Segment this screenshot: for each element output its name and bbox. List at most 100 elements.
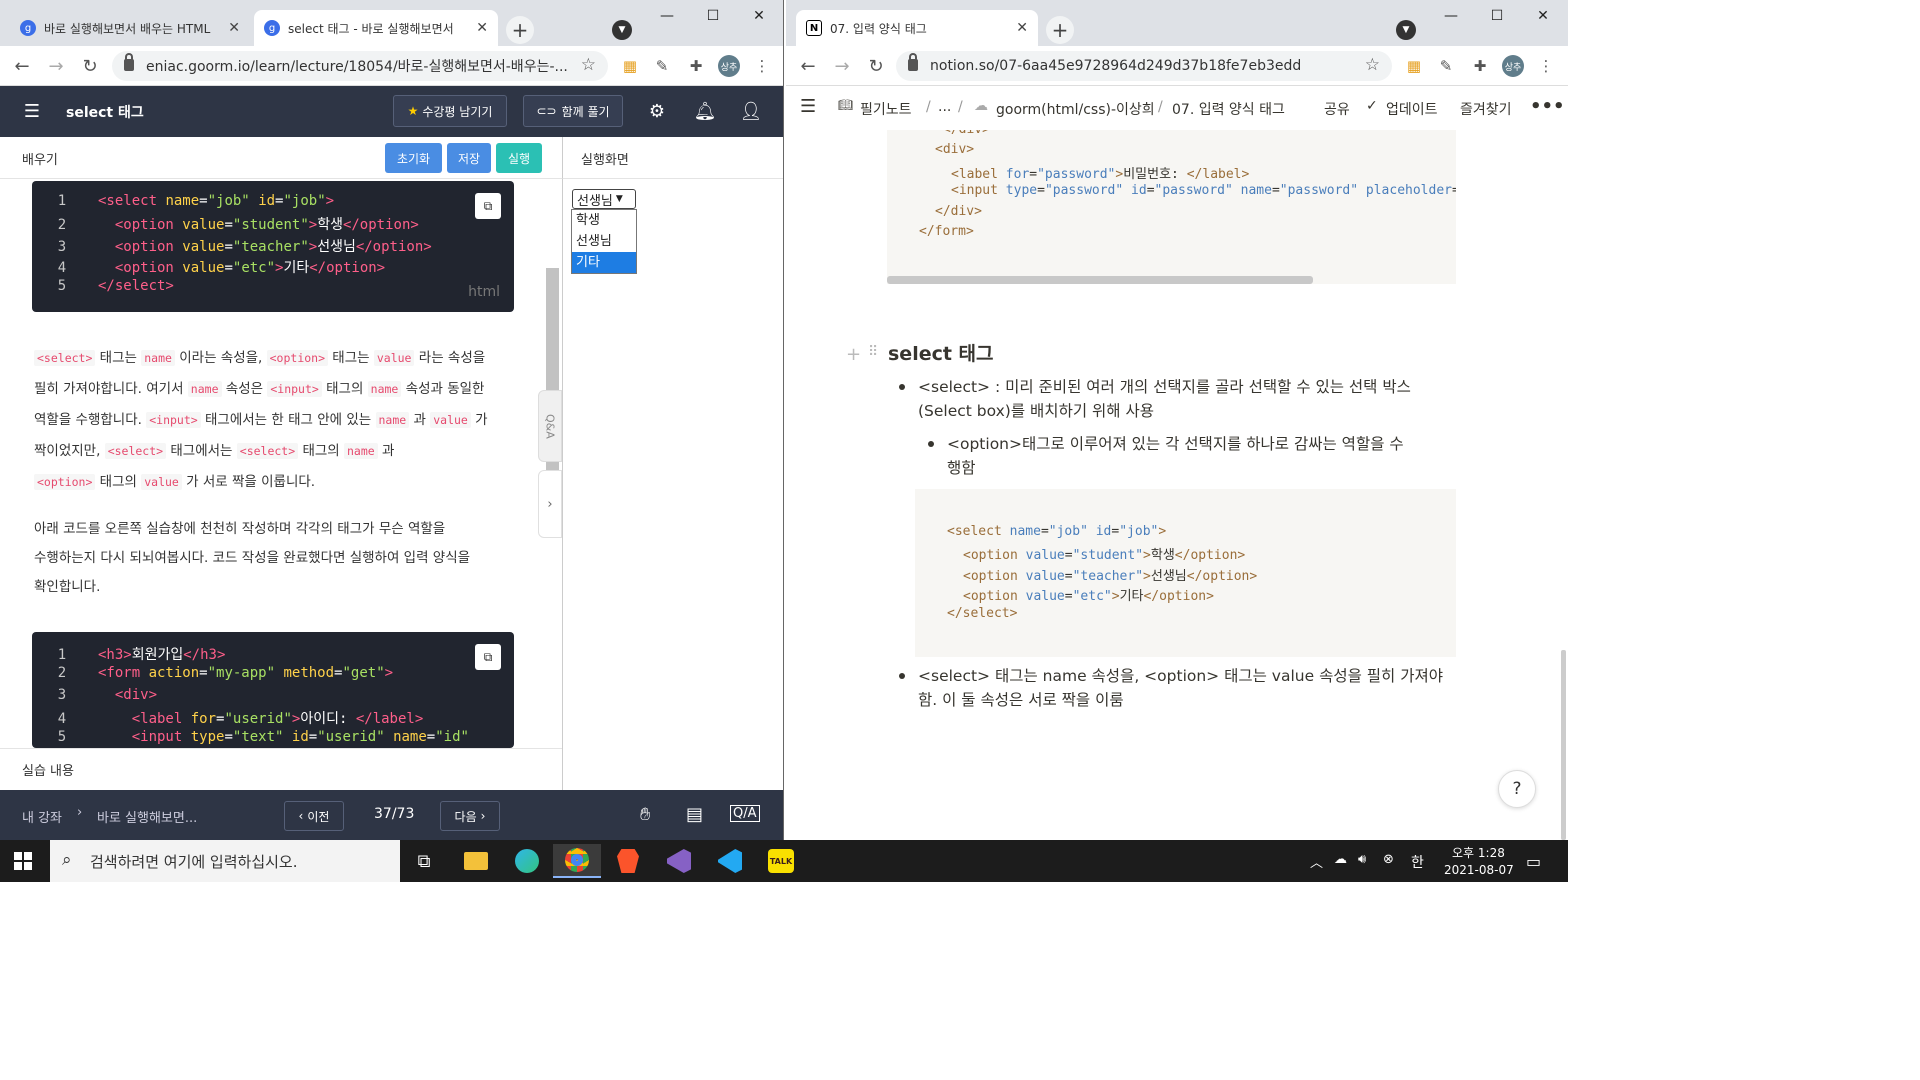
profile-avatar[interactable]: 상추	[1502, 55, 1524, 77]
minimize-icon[interactable]: —	[644, 0, 690, 32]
tab-course[interactable]: g 바로 실행해보면서 배우는 HTML ✕	[10, 10, 250, 46]
menu-kebab-icon[interactable]: ⋮	[752, 56, 772, 76]
inline-code: name	[187, 381, 222, 397]
course-name-link[interactable]: 바로 실행해보면...	[97, 807, 197, 826]
bullet-line: <select> 태그는 name 속성을, <option> 태그는 valu…	[918, 667, 1444, 685]
next-button[interactable]: 다음 ›	[440, 801, 500, 831]
reload-icon[interactable]: ↻	[78, 54, 102, 78]
drag-handle-icon[interactable]: ⠿	[868, 344, 878, 360]
practice-content-bar[interactable]: 실습 내용	[0, 748, 562, 790]
code-scrollbar[interactable]	[887, 276, 1313, 284]
hand-raise-icon[interactable]: ✋︎	[640, 804, 650, 825]
option-teacher[interactable]: 선생님	[572, 231, 636, 252]
close-icon[interactable]: ✕	[228, 20, 240, 36]
ime-indicator[interactable]: 한	[1411, 852, 1424, 872]
copy-icon[interactable]: ⧉	[475, 644, 501, 670]
eyedropper-icon[interactable]: ✎	[652, 56, 672, 76]
collapse-panel-button[interactable]: ›	[538, 470, 562, 538]
my-course-link[interactable]: 내 강좌	[22, 807, 62, 826]
maximize-icon[interactable]: ☐	[690, 0, 736, 32]
profile-avatar[interactable]: 상추	[718, 55, 740, 77]
close-icon[interactable]: ✕	[1016, 20, 1028, 36]
forward-icon[interactable]: →	[44, 54, 68, 78]
page-scrollbar[interactable]	[1561, 650, 1566, 840]
breadcrumb-item[interactable]: 필기노트	[860, 99, 912, 119]
reload-icon[interactable]: ↻	[864, 54, 888, 78]
clock-time[interactable]: 오후 1:28	[1452, 844, 1505, 861]
qa-tab[interactable]: Q&A	[538, 390, 562, 462]
back-icon[interactable]: ←	[796, 54, 820, 78]
new-tab-button[interactable]: +	[506, 16, 534, 44]
url-bar[interactable]: eniac.goorm.io/learn/lecture/18054/바로-실행…	[112, 51, 608, 81]
puzzle-icon[interactable]: ✚	[686, 56, 706, 76]
update-button[interactable]: 업데이트	[1386, 99, 1438, 119]
eyedropper-icon[interactable]: ✎	[1436, 56, 1456, 76]
more-icon[interactable]: •••	[1530, 96, 1565, 117]
together-button[interactable]: ⊂⊃ 함께 풀기	[523, 95, 623, 127]
review-button[interactable]: ★ 수강평 남기기	[393, 95, 507, 127]
chrome-icon[interactable]	[553, 844, 601, 878]
kakaotalk-icon[interactable]: TALK	[757, 844, 805, 878]
option-student[interactable]: 학생	[572, 210, 636, 231]
bookmark-star-icon[interactable]: ☆	[1365, 55, 1380, 75]
run-button[interactable]: 실행	[496, 143, 542, 173]
volume-icon[interactable]: 🔊︎	[1358, 852, 1366, 867]
new-tab-button[interactable]: +	[1046, 16, 1074, 44]
close-window-icon[interactable]: ✕	[736, 0, 782, 32]
learn-label: 배우기	[22, 153, 58, 168]
puzzle-icon[interactable]: ✚	[1470, 56, 1490, 76]
save-button[interactable]: 저장	[447, 143, 491, 173]
forward-icon[interactable]: →	[830, 54, 854, 78]
hamburger-menu-icon[interactable]: ☰	[20, 99, 44, 123]
task-view-icon[interactable]: ⧉	[400, 844, 448, 878]
help-button[interactable]: ?	[1498, 770, 1536, 808]
inline-code: <option>	[34, 474, 96, 490]
code-token: value	[182, 217, 225, 234]
tab-search-icon[interactable]: ▼	[1396, 20, 1416, 40]
breadcrumb-item[interactable]: goorm(html/css)-이상희	[996, 99, 1155, 119]
add-block-icon[interactable]: +	[846, 344, 861, 365]
prev-button[interactable]: ‹ 이전	[284, 801, 344, 831]
translate-icon[interactable]: Q/A	[730, 805, 760, 822]
sidebar-toggle-icon[interactable]: ☰	[800, 96, 816, 117]
clock-date[interactable]: 2021-08-07	[1444, 863, 1514, 877]
bullet-text: <option>태그로 이루어져 있는 각 선택지를 하나로 감싸는 역할을 수…	[947, 432, 1404, 480]
tab-select[interactable]: g select 태그 - 바로 실행해보면서 ✕	[254, 10, 498, 46]
bookmark-star-icon[interactable]: ☆	[581, 55, 596, 75]
brave-icon[interactable]	[604, 844, 652, 878]
url-bar[interactable]: notion.so/07-6aa45e9728964d249d37b18fe7e…	[896, 51, 1392, 81]
extension-icon[interactable]: ▦	[620, 56, 640, 76]
reset-button[interactable]: 초기화	[385, 143, 442, 173]
onedrive-icon[interactable]: ☁	[1334, 852, 1347, 867]
close-icon[interactable]: ✕	[476, 20, 488, 36]
copy-icon[interactable]: ⧉	[475, 193, 501, 219]
taskbar-search[interactable]: ⌕ 검색하려면 여기에 입력하십시오.	[50, 840, 400, 882]
favorite-button[interactable]: 즐겨찾기	[1460, 99, 1512, 119]
tab-notion[interactable]: N 07. 입력 양식 태그 ✕	[796, 10, 1038, 46]
notification-icon[interactable]: ▭	[1526, 852, 1541, 871]
back-icon[interactable]: ←	[10, 54, 34, 78]
tab-search-icon[interactable]: ▼	[612, 20, 632, 40]
menu-kebab-icon[interactable]: ⋮	[1536, 56, 1556, 76]
visual-studio-icon[interactable]	[655, 844, 703, 878]
user-icon[interactable]: 👤︎	[739, 99, 763, 123]
file-explorer-icon[interactable]	[452, 844, 500, 878]
extension-icon[interactable]: ▦	[1404, 56, 1424, 76]
option-etc[interactable]: 기타	[572, 252, 636, 273]
share-button[interactable]: 공유	[1324, 99, 1350, 119]
edge-icon[interactable]	[503, 844, 551, 878]
network-off-icon[interactable]: ⊗	[1383, 852, 1394, 867]
vscode-icon[interactable]	[706, 844, 754, 878]
chat-icon[interactable]: ▤	[686, 804, 703, 825]
job-select[interactable]: 선생님 ▼	[572, 189, 636, 209]
close-window-icon[interactable]: ✕	[1520, 0, 1566, 32]
bell-icon[interactable]: 🔔︎	[693, 99, 717, 123]
breadcrumb-item[interactable]: 07. 입력 양식 태그	[1172, 99, 1285, 119]
breadcrumb-item[interactable]: ...	[938, 99, 951, 115]
chevron-up-icon[interactable]: ︿	[1310, 852, 1323, 871]
windows-start-icon[interactable]	[14, 852, 32, 870]
gear-icon[interactable]: ⚙	[645, 99, 669, 123]
minimize-icon[interactable]: —	[1428, 0, 1474, 32]
maximize-icon[interactable]: ☐	[1474, 0, 1520, 32]
